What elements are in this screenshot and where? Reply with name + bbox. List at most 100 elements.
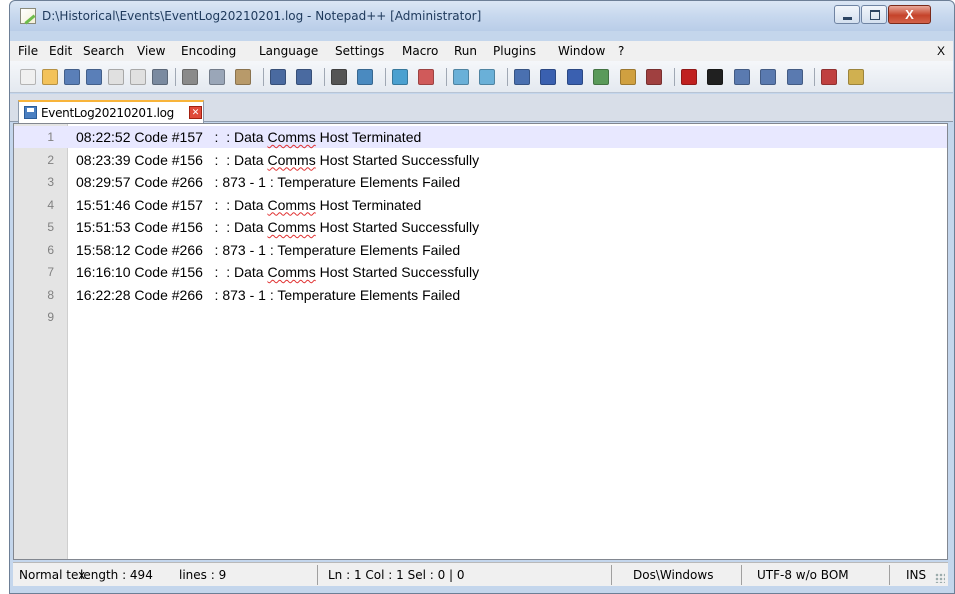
line-number: 6 <box>47 242 54 257</box>
sync-vertical-icon[interactable] <box>452 69 469 85</box>
misspelled-word[interactable]: Comms <box>267 264 315 280</box>
misspelled-word[interactable]: Comms <box>267 129 315 145</box>
editor-line[interactable]: 2 08:23:39 Code #156 : : Data Comms Host … <box>14 149 947 171</box>
close-document-x[interactable]: X <box>937 44 945 58</box>
find-icon[interactable] <box>330 69 347 85</box>
editor-line[interactable]: 9 <box>14 306 947 328</box>
toolbar-separator <box>175 68 176 86</box>
line-text: 15:51:46 Code #157 : : Data Comms Host T… <box>76 194 421 216</box>
misspelled-word[interactable]: Comms <box>267 152 315 168</box>
folder-workspace-icon[interactable] <box>646 69 662 85</box>
editor-area[interactable]: 1 08:22:52 Code #157 : : Data Comms Host … <box>13 123 948 560</box>
line-text-segment: Host Terminated <box>315 196 422 213</box>
menu-view[interactable]: View <box>137 44 165 58</box>
toolbar-separator <box>262 68 264 86</box>
copy-icon[interactable] <box>208 69 225 85</box>
editor-line[interactable]: 7 16:16:10 Code #156 : : Data Comms Host … <box>14 261 947 283</box>
line-text-segment: Host Started Successfully <box>315 151 480 168</box>
close-icon[interactable] <box>108 69 124 85</box>
spellcheck-icon[interactable] <box>821 69 837 85</box>
line-text-segment: 15:51:46 Code #157 : : Data <box>76 196 268 213</box>
close-all-icon[interactable] <box>130 69 146 85</box>
replace-icon[interactable] <box>357 69 373 85</box>
misspelled-word[interactable]: Comms <box>267 219 315 235</box>
maximize-button[interactable] <box>861 5 887 24</box>
menu-edit[interactable]: Edit <box>49 44 72 58</box>
toolbar <box>10 61 953 93</box>
menu-window[interactable]: Window <box>558 44 605 58</box>
line-text: 08:23:39 Code #156 : : Data Comms Host S… <box>76 149 479 171</box>
line-text-segment: 15:58:12 Code #266 : 873 - 1 : Temperatu… <box>76 241 461 258</box>
save-icon[interactable] <box>64 69 80 85</box>
misspelled-word[interactable]: Comms <box>267 197 315 213</box>
run-macro-multiple-icon[interactable] <box>760 69 776 85</box>
menu-plugins[interactable]: Plugins <box>493 44 536 58</box>
zoom-in-icon[interactable] <box>391 69 408 85</box>
notepadpp-app-icon[interactable] <box>20 8 36 24</box>
menu-settings[interactable]: Settings <box>335 44 384 58</box>
indent-guide-icon[interactable] <box>566 69 583 85</box>
menu-language[interactable]: Language <box>259 44 318 58</box>
menu-file[interactable]: File <box>18 44 38 58</box>
zoom-out-icon[interactable] <box>418 69 434 85</box>
menu-run[interactable]: Run <box>454 44 477 58</box>
title-bar[interactable]: D:\Historical\Events\EventLog20210201.lo… <box>10 1 954 31</box>
play-macro-icon[interactable] <box>733 69 750 85</box>
editor-line[interactable]: 6 15:58:12 Code #266 : 873 - 1 : Temperat… <box>14 239 947 261</box>
toolbar-separator <box>323 68 325 86</box>
status-divider <box>741 565 742 585</box>
tab-strip: EventLog20210201.log ✕ <box>10 94 953 123</box>
save-macro-icon[interactable] <box>786 69 803 85</box>
word-wrap-icon[interactable] <box>513 69 530 85</box>
cut-icon[interactable] <box>182 69 198 85</box>
menu-encoding[interactable]: Encoding <box>181 44 236 58</box>
print-icon[interactable] <box>152 69 168 85</box>
menu-macro[interactable]: Macro <box>402 44 438 58</box>
extra-icon[interactable] <box>847 69 864 85</box>
toolbar-separator <box>506 68 508 86</box>
editor-line[interactable]: 3 08:29:57 Code #266 : 873 - 1 : Temperat… <box>14 171 947 193</box>
open-file-icon[interactable] <box>42 69 58 85</box>
status-divider <box>317 565 318 585</box>
menu-bar: File Edit Search View Encoding Language … <box>10 41 953 61</box>
line-text-segment: 15:51:53 Code #156 : : Data <box>76 219 268 235</box>
status-lines: lines : 9 <box>179 568 227 582</box>
menu-search[interactable]: Search <box>83 44 124 58</box>
minimize-button[interactable] <box>834 5 860 24</box>
tab-eventlog[interactable]: EventLog20210201.log ✕ <box>18 100 204 123</box>
record-macro-icon[interactable] <box>680 69 697 85</box>
sync-horizontal-icon[interactable] <box>479 69 495 85</box>
show-all-chars-icon[interactable] <box>540 69 556 85</box>
toolbar-separator <box>673 68 675 86</box>
line-number: 9 <box>47 310 54 324</box>
line-text: 08:29:57 Code #266 : 873 - 1 : Temperatu… <box>76 171 460 193</box>
doc-map-icon[interactable] <box>593 69 609 85</box>
line-number: 8 <box>47 287 54 302</box>
save-all-icon[interactable] <box>86 69 102 85</box>
line-text: 08:22:52 Code #157 : : Data Comms Host T… <box>76 126 421 148</box>
resize-grip[interactable] <box>935 573 945 583</box>
close-window-button[interactable]: X <box>888 5 931 24</box>
menu-help[interactable]: ? <box>618 44 624 58</box>
paste-icon[interactable] <box>235 69 251 85</box>
line-number: 4 <box>47 197 54 212</box>
saved-file-icon <box>24 106 37 119</box>
new-file-icon[interactable] <box>20 69 36 85</box>
toolbar-separator <box>814 68 815 86</box>
line-text: 16:16:10 Code #156 : : Data Comms Host S… <box>76 261 479 283</box>
status-divider <box>611 565 612 585</box>
line-text: 16:22:28 Code #266 : 873 - 1 : Temperatu… <box>76 284 460 306</box>
status-filetype: Normal tex <box>19 568 86 582</box>
editor-line[interactable]: 5 15:51:53 Code #156 : : Data Comms Host … <box>14 216 947 238</box>
function-list-icon[interactable] <box>619 69 636 85</box>
stop-macro-icon[interactable] <box>707 69 723 85</box>
editor-line[interactable]: 8 16:22:28 Code #266 : 873 - 1 : Temperat… <box>14 284 947 306</box>
editor-line[interactable]: 1 08:22:52 Code #157 : : Data Comms Host … <box>14 126 947 148</box>
tab-close-icon[interactable]: ✕ <box>189 106 202 119</box>
line-text: 15:58:12 Code #266 : 873 - 1 : Temperatu… <box>76 239 460 261</box>
editor-line[interactable]: 4 15:51:46 Code #157 : : Data Comms Host … <box>14 194 947 216</box>
line-text-segment: 16:22:28 Code #266 : 873 - 1 : Temperatu… <box>76 286 461 303</box>
redo-icon[interactable] <box>296 69 312 85</box>
undo-icon[interactable] <box>269 69 286 85</box>
status-position: Ln : 1 Col : 1 Sel : 0 | 0 <box>328 568 465 582</box>
